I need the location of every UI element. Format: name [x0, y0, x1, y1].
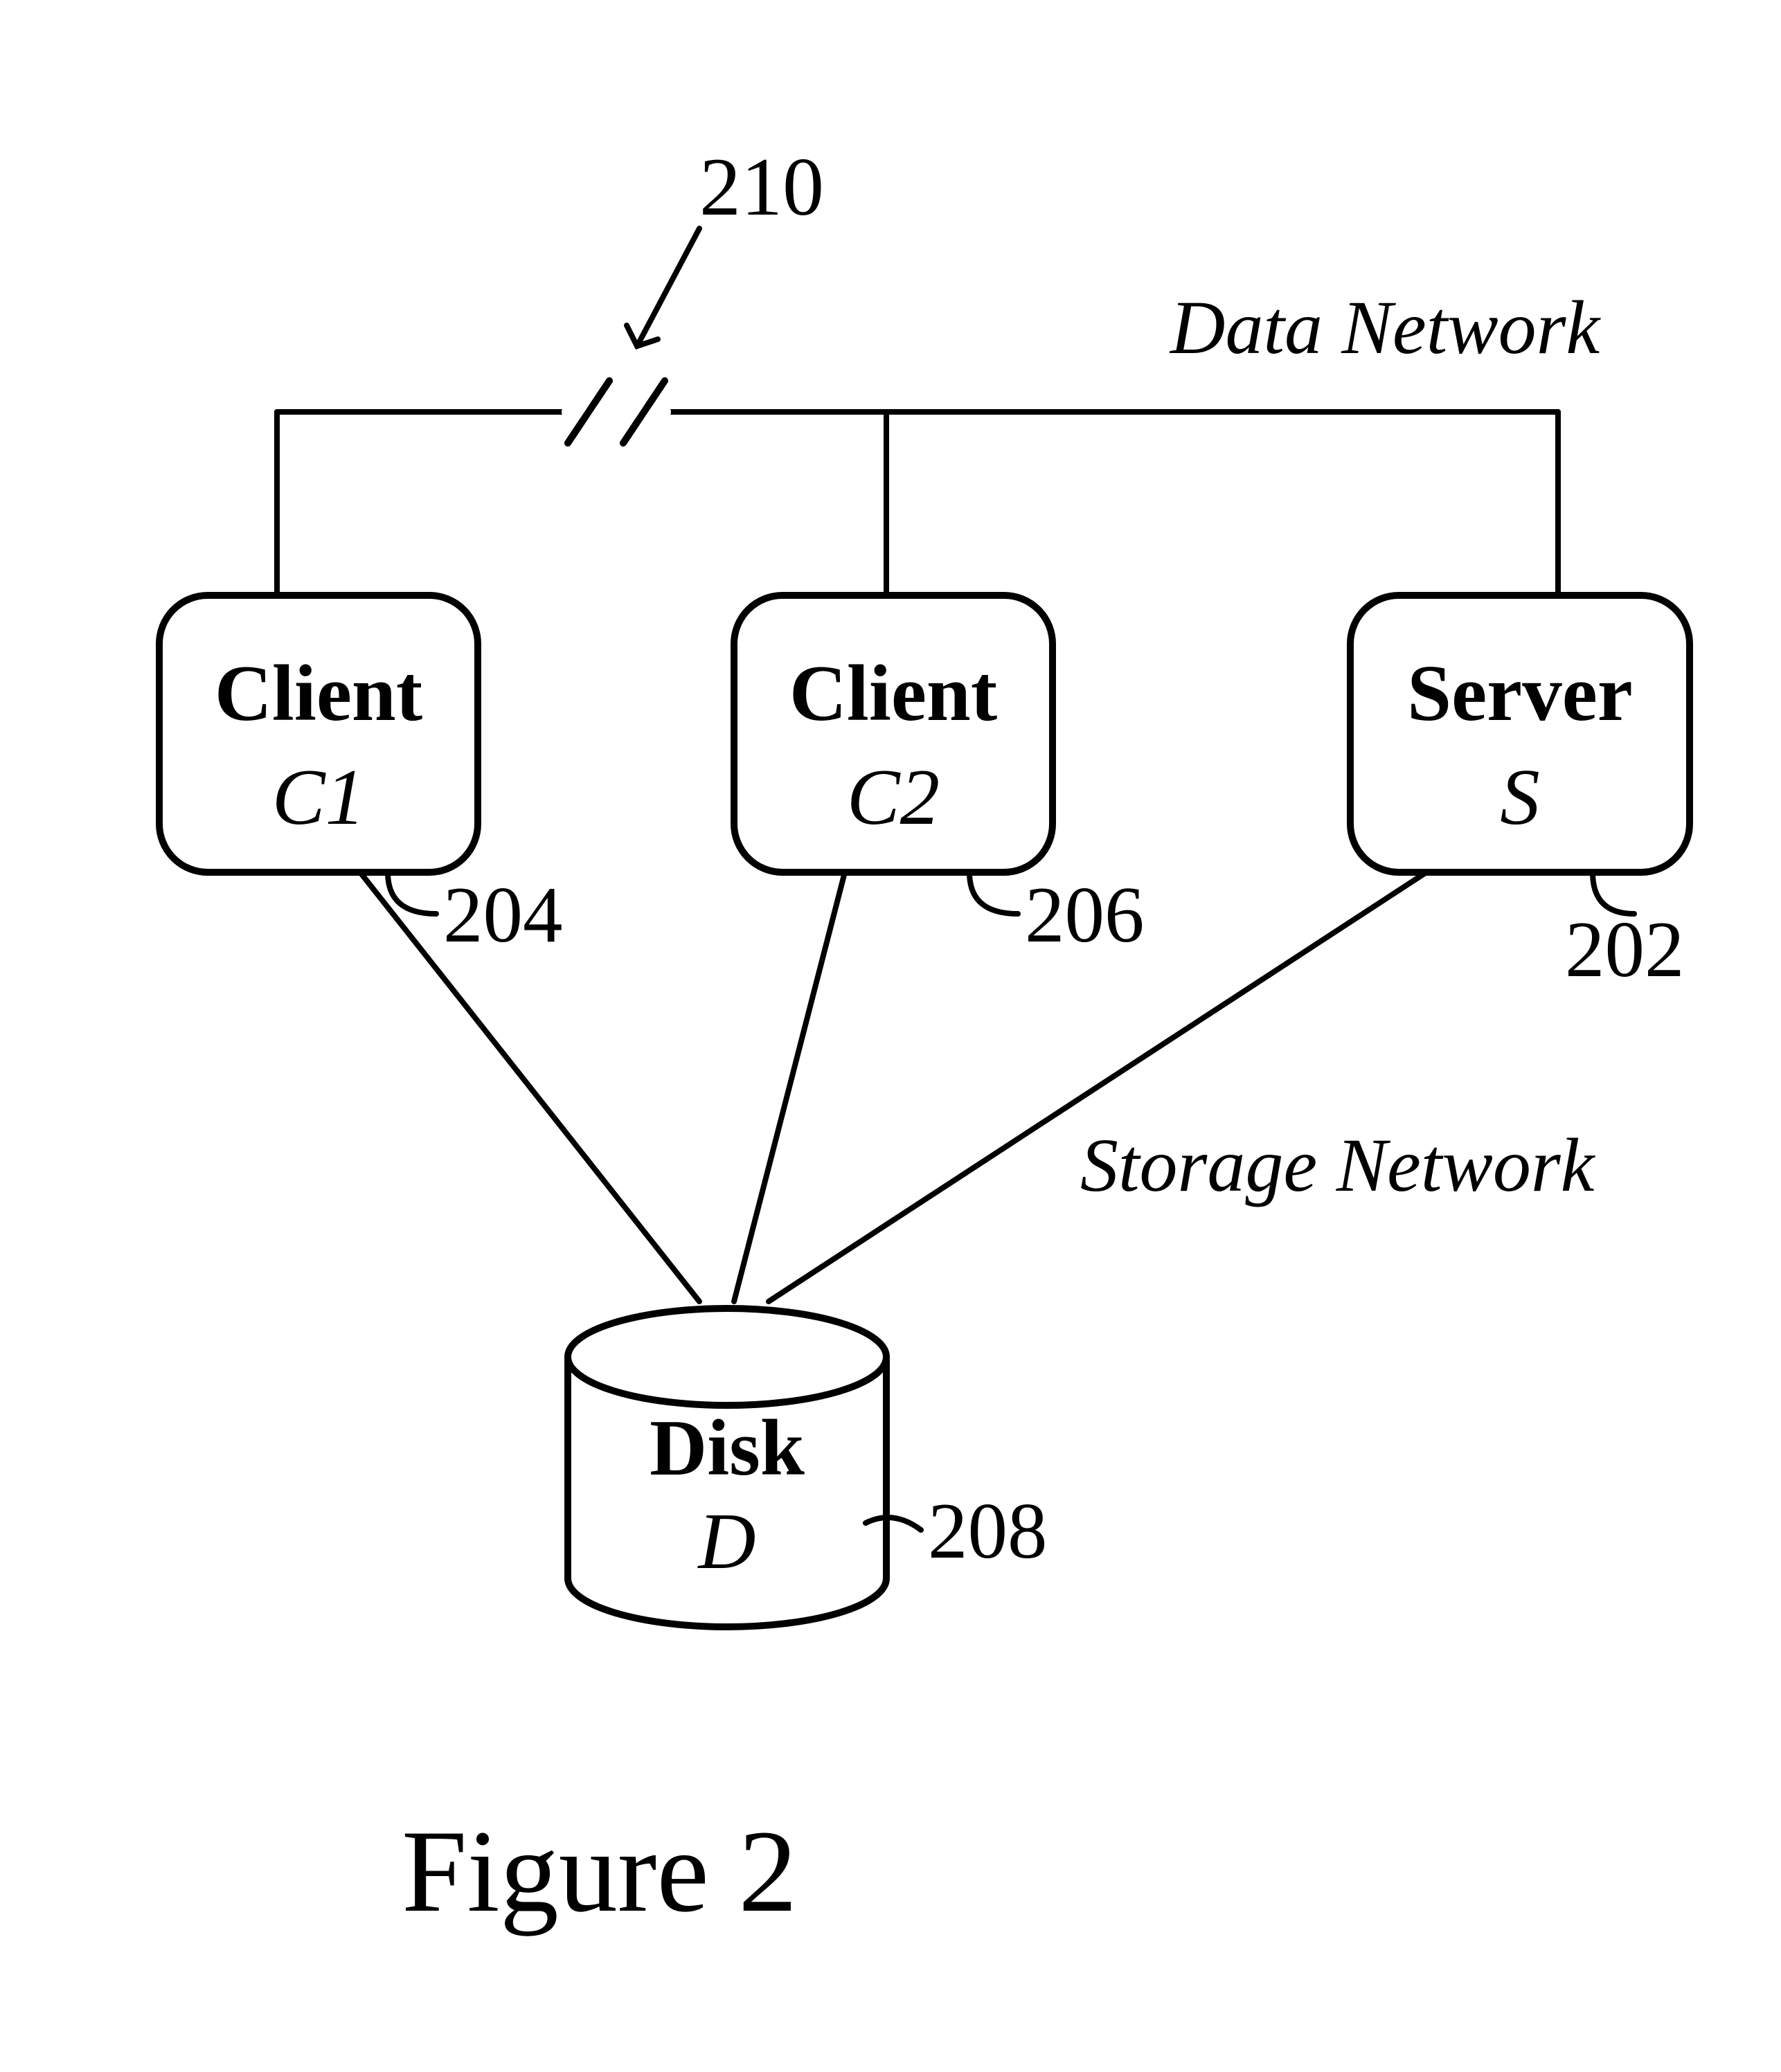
- ref-210-text: 210: [699, 141, 824, 233]
- node-disk-sub: D: [697, 1497, 755, 1585]
- bus-break-mark: [568, 381, 665, 443]
- node-client2-sub: C2: [847, 753, 940, 841]
- node-client1-sub: C1: [272, 753, 365, 841]
- ref-208: 208: [866, 1487, 1048, 1575]
- node-disk: Disk D: [568, 1308, 886, 1627]
- node-client1: Client C1: [159, 595, 478, 872]
- figure-caption: Figure 2: [402, 1806, 797, 1936]
- ref-204-text: 204: [443, 871, 563, 959]
- data-network-label: Data Network: [1169, 285, 1601, 370]
- ref-208-text: 208: [928, 1487, 1048, 1575]
- ref-206: 206: [969, 871, 1145, 959]
- node-client1-title: Client: [215, 649, 422, 737]
- node-server-sub: S: [1500, 753, 1540, 841]
- ref-206-text: 206: [1025, 871, 1145, 959]
- node-disk-title: Disk: [650, 1404, 805, 1492]
- node-server: Server S: [1350, 595, 1690, 872]
- node-client2-title: Client: [789, 649, 997, 737]
- ref-202-text: 202: [1565, 906, 1685, 993]
- ref-210: 210: [627, 141, 824, 346]
- ref-202: 202: [1565, 872, 1685, 993]
- diagram-canvas: 210 Data Network Client C1 204 Client C2…: [0, 0, 1781, 2072]
- node-server-title: Server: [1407, 649, 1633, 737]
- node-client2: Client C2: [734, 595, 1053, 872]
- storage-network-label: Storage Network: [1080, 1123, 1596, 1207]
- data-network-bus: [277, 412, 1558, 595]
- ref-204: 204: [388, 871, 563, 959]
